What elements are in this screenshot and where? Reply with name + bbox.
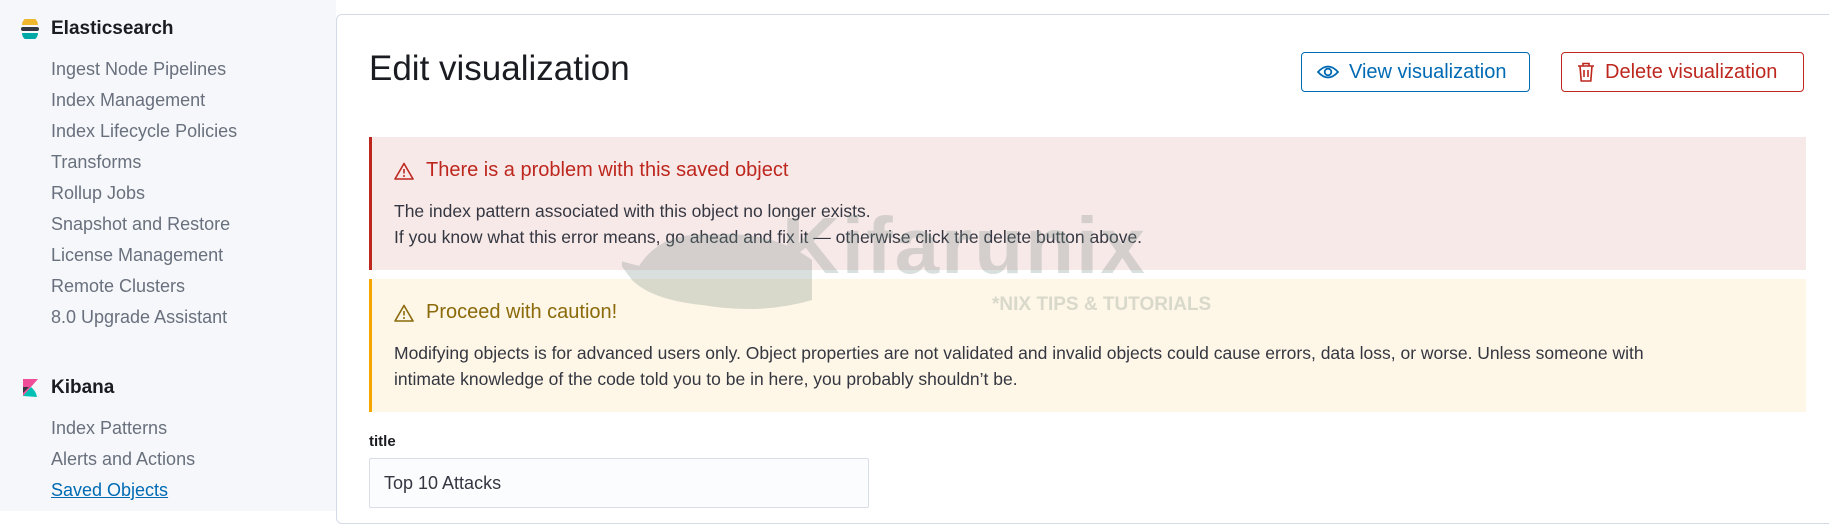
- caution-callout-title-text: Proceed with caution!: [426, 301, 618, 323]
- sidebar-item-transforms[interactable]: Transforms: [51, 147, 237, 178]
- sidebar-item-upgrade-assistant[interactable]: 8.0 Upgrade Assistant: [51, 302, 237, 333]
- error-callout-body: The index pattern associated with this o…: [394, 198, 1784, 250]
- sidebar-item-index-lifecycle-policies[interactable]: Index Lifecycle Policies: [51, 116, 237, 147]
- sidebar-section-title: Elasticsearch: [51, 18, 174, 39]
- sidebar-item-index-patterns[interactable]: Index Patterns: [51, 413, 195, 444]
- caution-callout-body: Modifying objects is for advanced users …: [394, 340, 1784, 392]
- delete-visualization-button[interactable]: Delete visualization: [1561, 52, 1804, 92]
- sidebar-list-kibana: Index Patterns Alerts and Actions Saved …: [51, 413, 195, 506]
- sidebar-section-title: Kibana: [51, 377, 115, 398]
- kibana-logo-icon: [20, 378, 40, 398]
- sidebar-item-rollup-jobs[interactable]: Rollup Jobs: [51, 178, 237, 209]
- sidebar-item-remote-clusters[interactable]: Remote Clusters: [51, 271, 237, 302]
- sidebar-item-snapshot-and-restore[interactable]: Snapshot and Restore: [51, 209, 237, 240]
- trash-icon: [1577, 62, 1595, 82]
- caution-callout: Proceed with caution! Modifying objects …: [369, 279, 1806, 412]
- sidebar-item-license-management[interactable]: License Management: [51, 240, 237, 271]
- title-field-label: title: [369, 433, 396, 450]
- error-callout-title-text: There is a problem with this saved objec…: [426, 159, 789, 181]
- title-field[interactable]: [369, 458, 869, 508]
- warning-icon: [394, 304, 414, 322]
- error-callout-line: If you know what this error means, go ah…: [394, 227, 1143, 247]
- sidebar-item-alerts-and-actions[interactable]: Alerts and Actions: [51, 444, 195, 475]
- sidebar-item-saved-objects[interactable]: Saved Objects: [51, 475, 195, 506]
- sidebar-item-ingest-node-pipelines[interactable]: Ingest Node Pipelines: [51, 54, 237, 85]
- error-callout-line: The index pattern associated with this o…: [394, 201, 871, 221]
- sidebar-section-kibana[interactable]: Kibana: [20, 373, 114, 403]
- sidebar-section-elasticsearch[interactable]: Elasticsearch: [20, 14, 174, 44]
- view-visualization-button[interactable]: View visualization: [1301, 52, 1530, 92]
- page-title: Edit visualization: [369, 49, 630, 88]
- sidebar-item-index-management[interactable]: Index Management: [51, 85, 237, 116]
- sidebar-list-elasticsearch: Ingest Node Pipelines Index Management I…: [51, 54, 237, 333]
- sidebar: Elasticsearch Ingest Node Pipelines Inde…: [0, 0, 336, 511]
- delete-visualization-label: Delete visualization: [1605, 60, 1778, 83]
- elasticsearch-logo-icon: [20, 17, 40, 41]
- main-panel: Edit visualization View visualization De…: [336, 14, 1829, 524]
- caution-callout-title: Proceed with caution!: [394, 301, 1784, 324]
- warning-icon: [394, 162, 414, 180]
- eye-icon: [1317, 64, 1339, 80]
- caution-callout-line: Modifying objects is for advanced users …: [394, 343, 1644, 363]
- error-callout: There is a problem with this saved objec…: [369, 137, 1806, 270]
- view-visualization-label: View visualization: [1349, 60, 1507, 83]
- caution-callout-line: intimate knowledge of the code told you …: [394, 369, 1018, 389]
- error-callout-title: There is a problem with this saved objec…: [394, 159, 1784, 182]
